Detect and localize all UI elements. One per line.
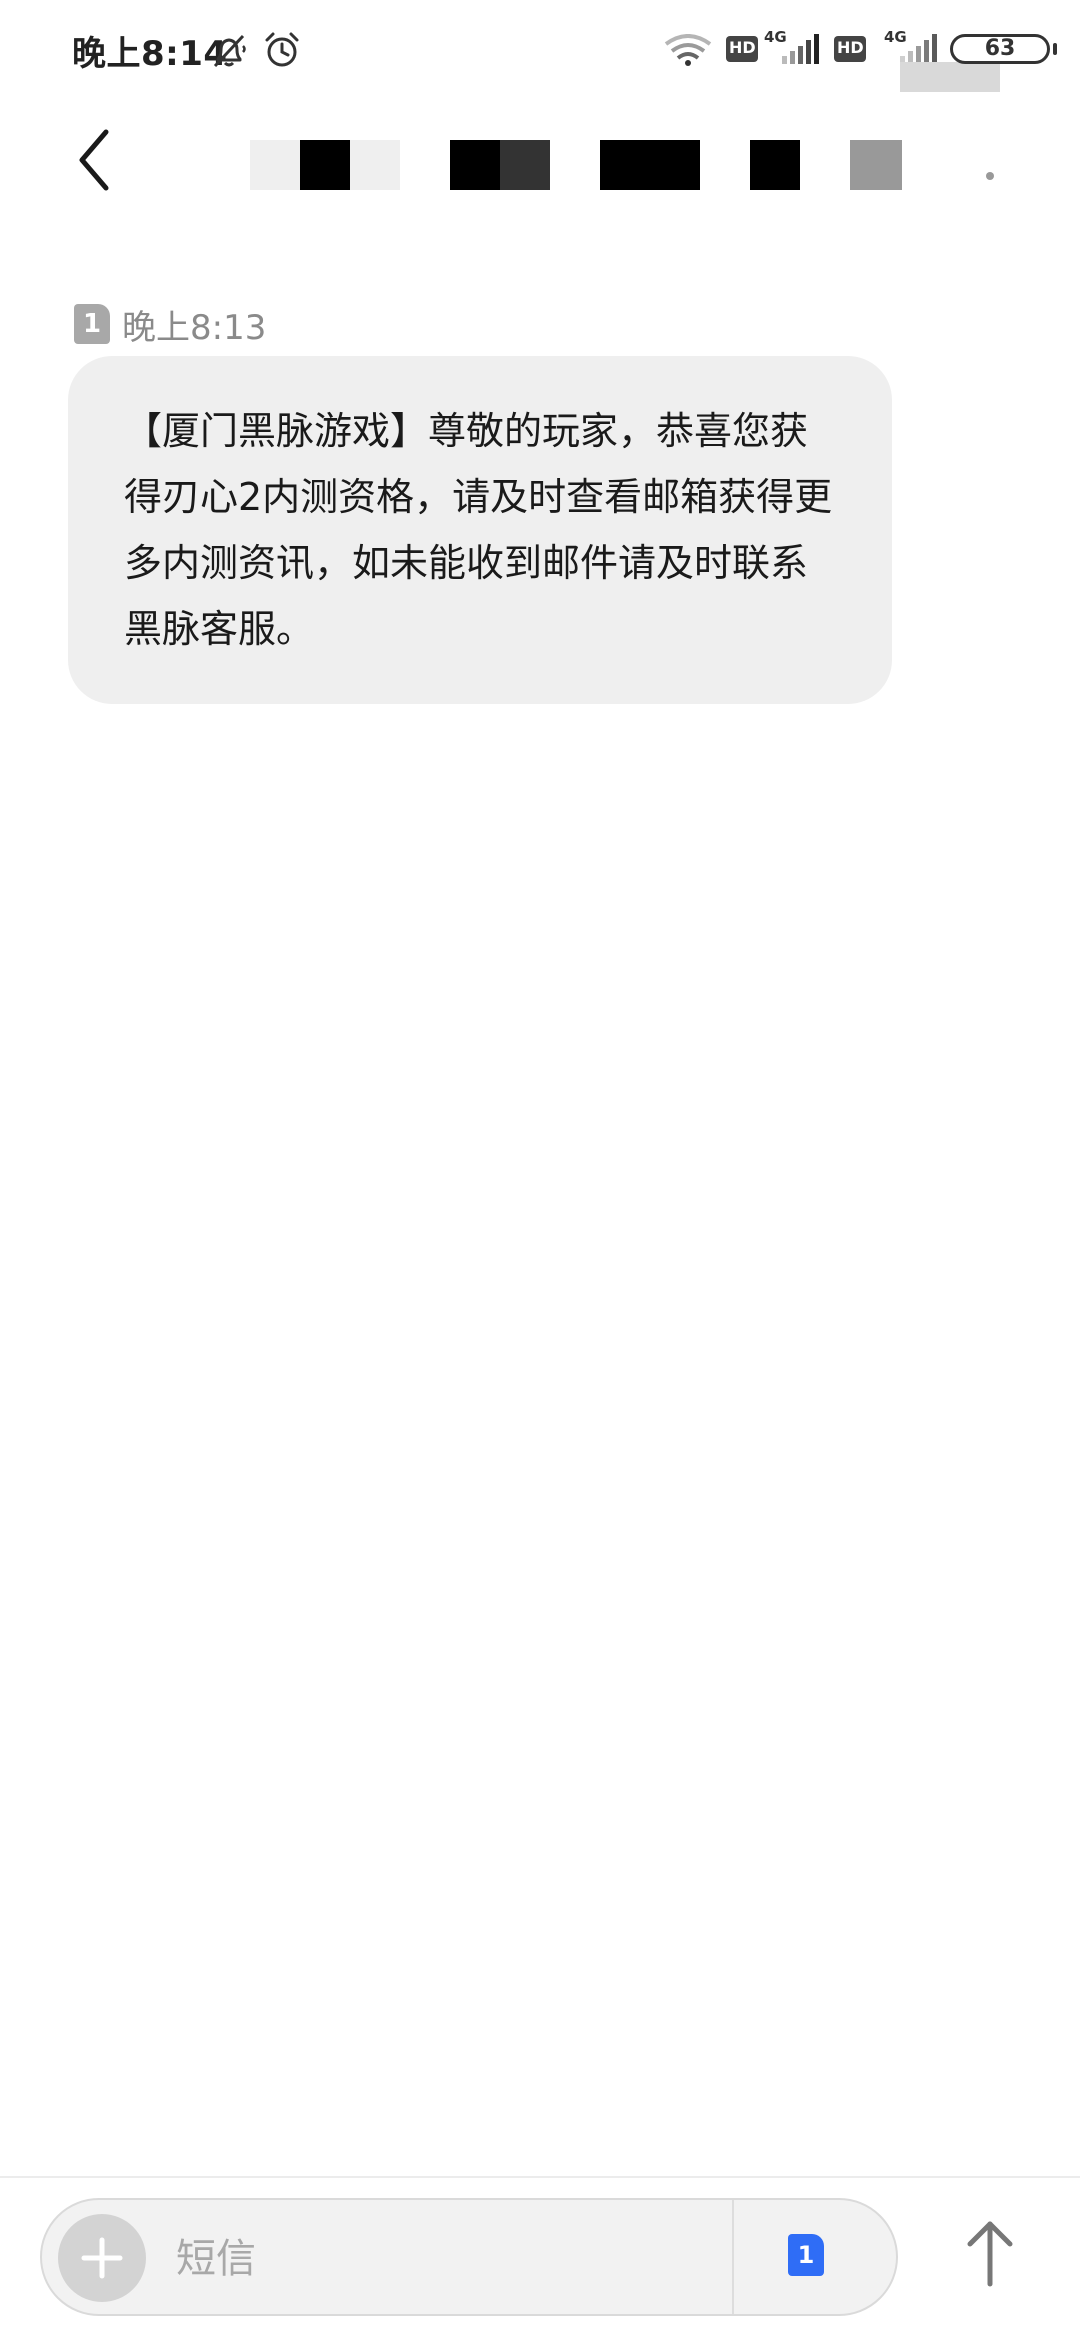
- redacted-area: [900, 62, 1000, 92]
- message-input[interactable]: [174, 2230, 738, 2288]
- conversation-header: [0, 100, 1080, 230]
- contact-title-redacted: [850, 140, 902, 190]
- signal-icon: [900, 34, 937, 64]
- back-button[interactable]: [60, 120, 140, 200]
- chevron-left-icon: [79, 129, 109, 191]
- contact-title-redacted: [300, 140, 350, 190]
- plus-icon: [81, 2237, 123, 2279]
- battery-icon: 63: [950, 34, 1050, 64]
- contact-title-redacted: [500, 140, 550, 190]
- composer-divider: [0, 2176, 1080, 2178]
- message-time: 晚上8:13: [122, 307, 267, 348]
- message-text: 【厦门黑脉游戏】尊敬的玩家，恭喜您获得刃心2内测资格，请及时查看邮箱获得更多内测…: [124, 409, 833, 651]
- sim-slot-badge: 1: [74, 304, 110, 344]
- status-time: 晚上8:14: [72, 34, 228, 74]
- contact-title-redacted: [600, 140, 700, 190]
- header-dot: [986, 172, 994, 180]
- bell-muted-icon: [213, 34, 246, 68]
- alarm-clock-icon: [265, 32, 299, 67]
- battery-tip: [1053, 43, 1057, 55]
- message-bubble[interactable]: 【厦门黑脉游戏】尊敬的玩家，恭喜您获得刃心2内测资格，请及时查看邮箱获得更多内测…: [68, 356, 892, 704]
- hd-label: HD: [729, 38, 756, 57]
- wifi-icon: [664, 34, 712, 66]
- contact-title-redacted: [250, 140, 300, 190]
- composer-bar: 1: [40, 2198, 898, 2316]
- composer-separator: [732, 2200, 734, 2314]
- message-meta: 1 晚上8:13: [74, 302, 267, 348]
- contact-title-redacted: [450, 140, 500, 190]
- signal-icon: [782, 34, 819, 64]
- contact-title-redacted: [350, 140, 400, 190]
- sim-card-icon: 1: [788, 2234, 824, 2276]
- status-bar: 晚上8:14 HD 4G HD 4G 63: [0, 0, 1080, 100]
- add-attachment-button[interactable]: [58, 2214, 146, 2302]
- arrow-up-icon: [967, 2221, 1013, 2287]
- sim-select-button[interactable]: 1: [788, 2234, 828, 2280]
- hd-label: HD: [837, 38, 864, 57]
- battery-level: 63: [984, 36, 1016, 61]
- send-button[interactable]: [950, 2210, 1030, 2300]
- contact-title-redacted: [750, 140, 800, 190]
